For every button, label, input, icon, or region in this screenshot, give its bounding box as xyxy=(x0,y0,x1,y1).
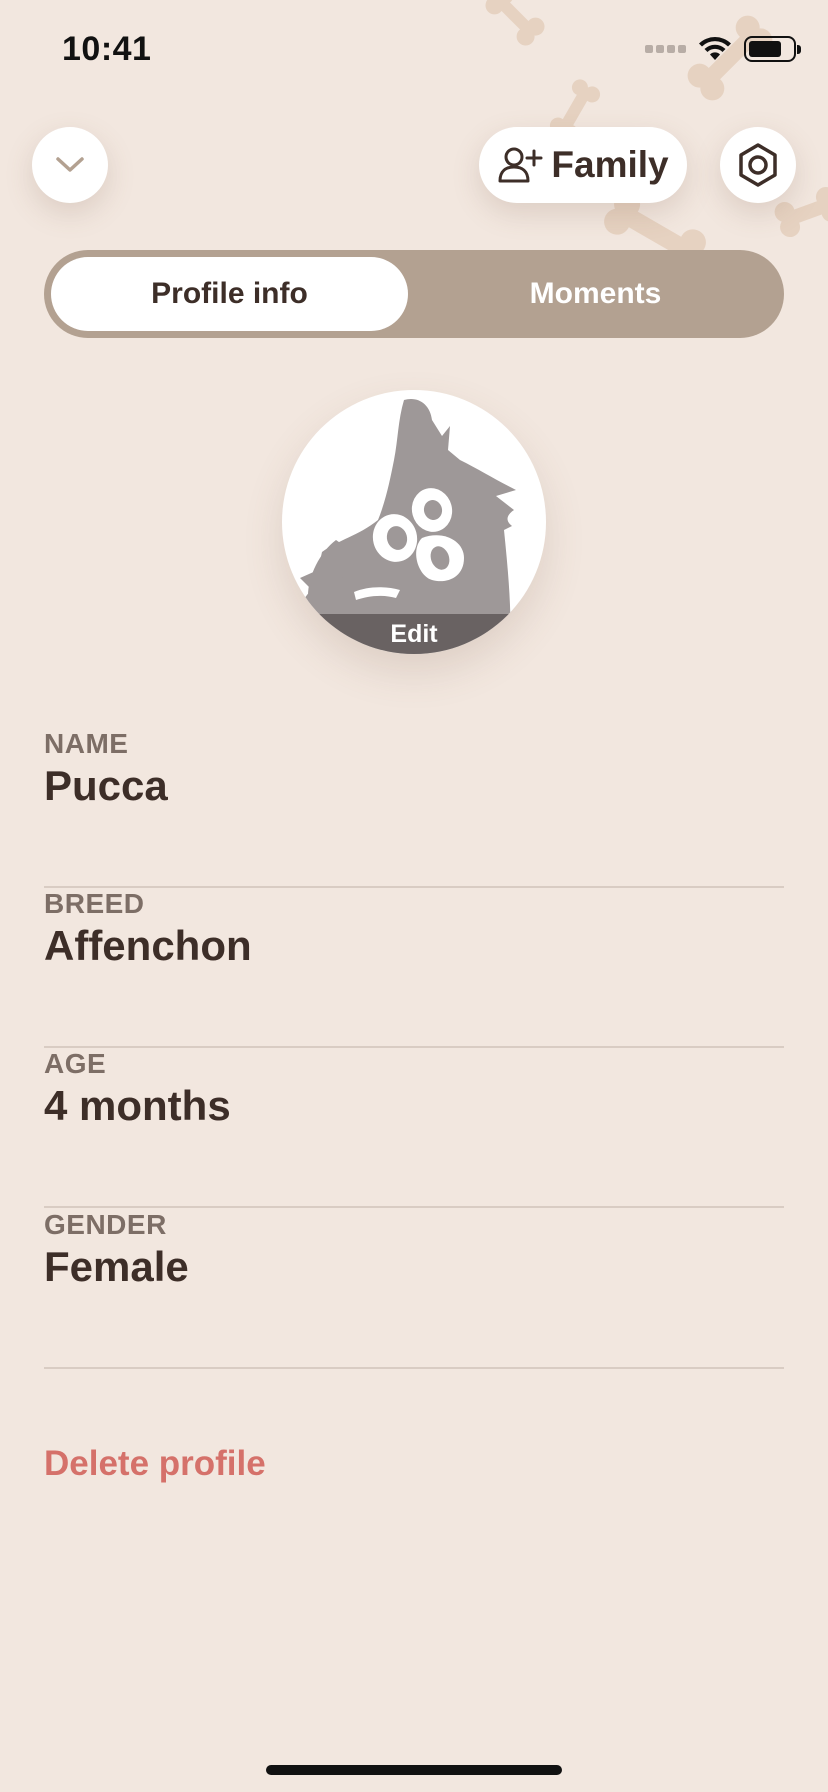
chevron-down-icon xyxy=(56,157,84,172)
status-icons xyxy=(645,36,801,62)
home-indicator xyxy=(266,1765,562,1775)
field-value: Pucca xyxy=(44,762,168,809)
cellular-icon xyxy=(645,45,686,53)
field-label: NAME xyxy=(44,728,129,759)
field-value: 4 months xyxy=(44,1082,231,1129)
family-button-label: Family xyxy=(551,144,669,185)
avatar-edit-label: Edit xyxy=(390,620,438,648)
tab-profile-info[interactable]: Profile info xyxy=(51,257,408,331)
field-gender[interactable]: GENDER Female xyxy=(44,1209,784,1369)
battery-icon xyxy=(744,36,801,62)
family-button[interactable]: Family xyxy=(479,127,687,203)
tab-moments[interactable]: Moments xyxy=(414,257,777,331)
gear-hexagon-icon xyxy=(739,143,777,187)
field-name[interactable]: NAME Pucca xyxy=(44,728,784,888)
field-label: GENDER xyxy=(44,1209,167,1240)
wifi-icon xyxy=(699,37,731,60)
field-age[interactable]: AGE 4 months xyxy=(44,1048,784,1208)
settings-button[interactable] xyxy=(720,127,796,203)
delete-profile-button[interactable]: Delete profile xyxy=(44,1444,266,1484)
avatar-edit-button[interactable]: Edit xyxy=(282,614,546,654)
field-label: AGE xyxy=(44,1048,107,1079)
pet-avatar[interactable]: Edit xyxy=(282,390,546,654)
add-person-icon xyxy=(498,147,543,183)
field-value: Female xyxy=(44,1243,189,1290)
field-label: BREED xyxy=(44,888,145,919)
status-time: 10:41 xyxy=(62,30,152,68)
field-value: Affenchon xyxy=(44,922,252,969)
profile-tabs: Profile info Moments xyxy=(44,250,784,338)
status-bar: 10:41 xyxy=(0,0,828,100)
field-breed[interactable]: BREED Affenchon xyxy=(44,888,784,1048)
collapse-button[interactable] xyxy=(32,127,108,203)
